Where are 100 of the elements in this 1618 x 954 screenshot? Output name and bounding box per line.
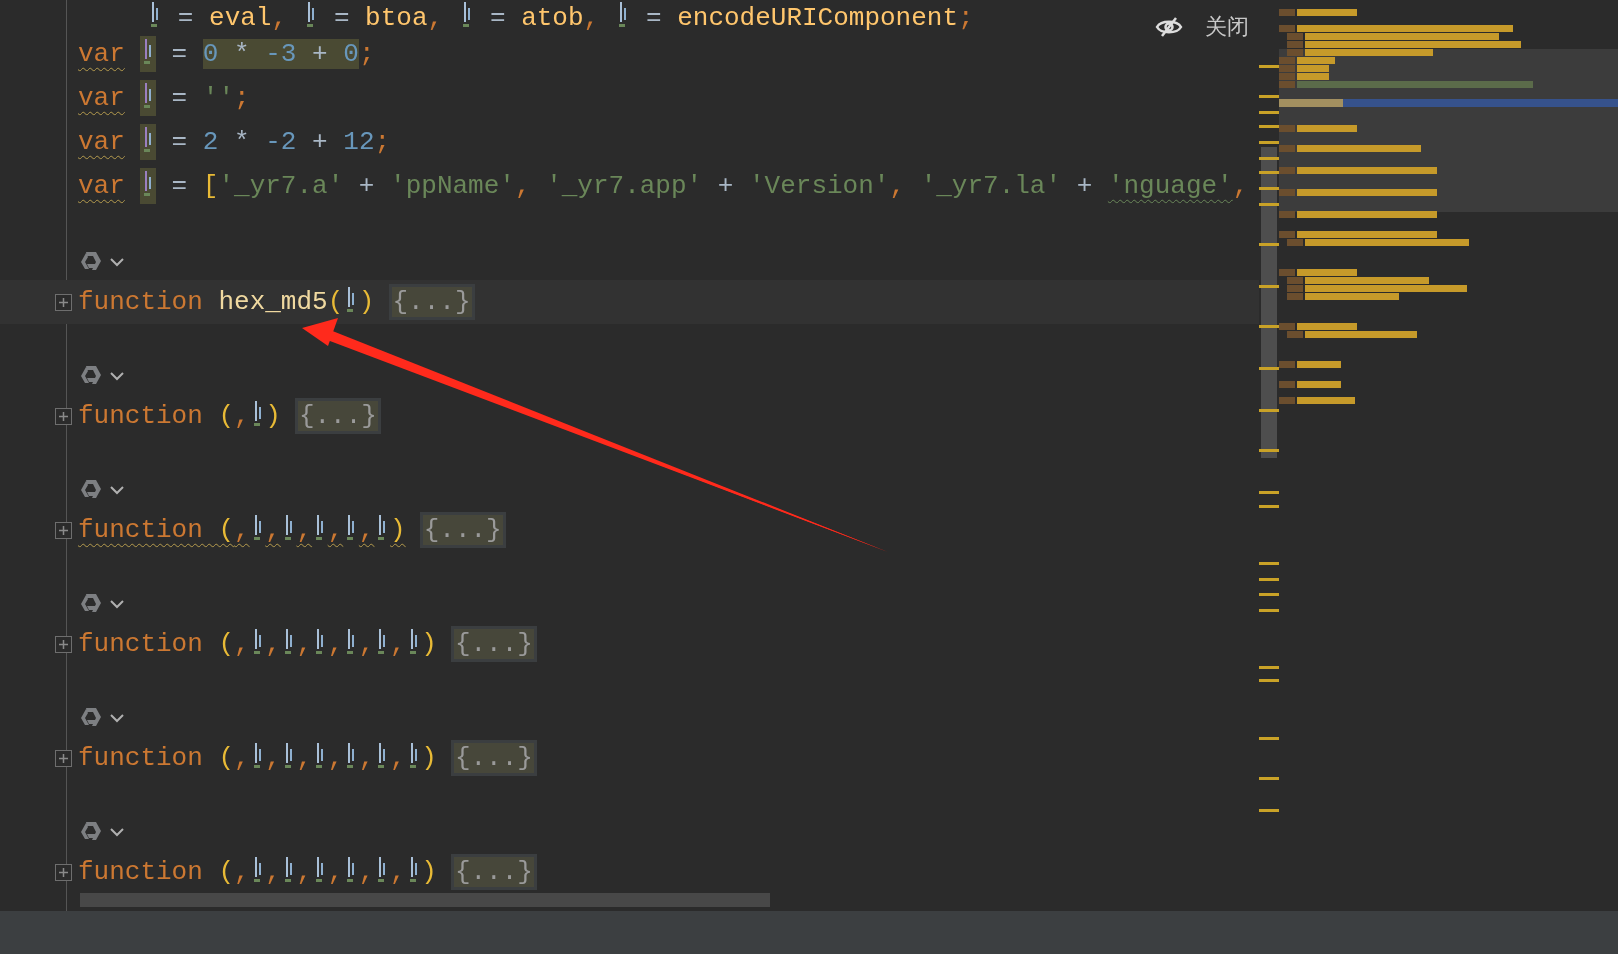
bracket-text: [	[202, 170, 219, 201]
chevron-down-icon[interactable]	[110, 485, 124, 495]
punctuation-text: ,	[327, 856, 344, 887]
operator-text: =	[488, 2, 507, 33]
string-text: '_yr7.la'	[920, 170, 1062, 201]
expand-icon[interactable]	[55, 749, 72, 767]
punctuation-text: ,	[234, 628, 250, 659]
punctuation-text: ,	[296, 514, 313, 545]
bracket-text: )	[421, 628, 437, 659]
chevron-down-icon[interactable]	[110, 371, 124, 381]
punctuation-text: ,	[358, 628, 375, 659]
punctuation-text: ,	[265, 628, 281, 659]
number-text: -2	[265, 126, 297, 157]
identifier-text: atob	[521, 2, 584, 33]
chevron-down-icon[interactable]	[110, 599, 124, 609]
punctuation-text: ,	[390, 628, 406, 659]
operator-text: +	[296, 38, 344, 69]
chevron-down-icon[interactable]	[110, 827, 124, 837]
punctuation-text: ,	[296, 628, 313, 659]
operator-text: =	[170, 38, 189, 69]
string-text: ''	[202, 82, 235, 113]
folded-code-placeholder[interactable]: {...}	[419, 511, 506, 548]
number-text: -3	[265, 38, 297, 69]
operator-text: =	[644, 2, 663, 33]
punctuation-text: ,	[234, 400, 250, 431]
keyword-text: function	[78, 286, 204, 317]
expand-icon[interactable]	[55, 407, 72, 425]
identifier-text: eval	[209, 2, 272, 33]
chevron-down-icon[interactable]	[110, 257, 124, 267]
operator-text: *	[233, 126, 251, 157]
expand-icon[interactable]	[55, 863, 72, 881]
folded-code-placeholder[interactable]: {...}	[294, 397, 381, 434]
operator-text: +	[311, 126, 329, 157]
folded-code-placeholder[interactable]: {...}	[450, 853, 537, 890]
punctuation-text: ,	[234, 742, 250, 773]
keyword-text: function	[78, 856, 204, 887]
punctuation-text: ,	[234, 514, 250, 545]
bracket-text: (	[218, 628, 235, 659]
bracket-text: )	[421, 742, 437, 773]
operator-text: =	[332, 2, 351, 33]
punctuation-text: ,	[265, 856, 281, 887]
bracket-text: (	[218, 400, 235, 431]
punctuation-text: ,	[327, 628, 344, 659]
punctuation-text: ,	[1232, 170, 1249, 201]
bracket-text: )	[358, 286, 375, 317]
operator-text: =	[170, 82, 189, 113]
punctuation-text: ,	[327, 742, 344, 773]
bracket-text: )	[421, 856, 437, 887]
eye-slash-icon[interactable]	[1155, 15, 1183, 38]
folded-code-placeholder[interactable]: {...}	[388, 283, 475, 320]
punctuation-text: ,	[296, 742, 313, 773]
operator-text: +	[1075, 170, 1094, 201]
identifier-text: encodeURIComponent	[677, 2, 959, 33]
keyword-text: var	[78, 170, 125, 201]
punctuation-text: ,	[514, 170, 532, 201]
string-text: 'ppName'	[390, 170, 515, 201]
expand-icon[interactable]	[55, 293, 72, 311]
punctuation-text: ,	[427, 2, 445, 33]
operator-text: =	[170, 170, 189, 201]
identifier-text: btoa	[365, 2, 428, 33]
scrollbar-thumb[interactable]	[80, 893, 770, 907]
punctuation-text: ,	[234, 856, 250, 887]
punctuation-text: ,	[358, 742, 375, 773]
number-text: 0	[202, 38, 219, 69]
punctuation-text: ,	[583, 2, 601, 33]
punctuation-text: ,	[271, 2, 289, 33]
punctuation-text: ;	[374, 126, 391, 157]
bracket-text: (	[327, 286, 344, 317]
punctuation-text: ,	[265, 514, 281, 545]
punctuation-text: ,	[358, 856, 375, 887]
expand-icon[interactable]	[55, 635, 72, 653]
punctuation-text: ;	[358, 38, 375, 69]
keyword-text: function	[78, 400, 204, 431]
punctuation-text: ,	[358, 514, 375, 545]
punctuation-text: ,	[327, 514, 344, 545]
folded-code-placeholder[interactable]: {...}	[450, 739, 537, 776]
operator-text: *	[218, 38, 266, 69]
folded-code-placeholder[interactable]: {...}	[450, 625, 537, 662]
chevron-down-icon[interactable]	[110, 713, 124, 723]
punctuation-text: ,	[265, 742, 281, 773]
keyword-text: function	[78, 514, 204, 545]
keyword-text: var	[78, 82, 125, 113]
string-text: '_yr7.a'	[218, 170, 344, 201]
keyword-text: function	[78, 742, 204, 773]
punctuation-text: ,	[390, 742, 406, 773]
bracket-text: (	[218, 742, 235, 773]
minimap-drawing[interactable]	[1279, 9, 1618, 404]
punctuation-text: ,	[296, 856, 313, 887]
close-link[interactable]: 关闭	[1205, 10, 1249, 43]
punctuation-text: ;	[234, 82, 250, 113]
string-text: 'nguage'	[1107, 170, 1233, 201]
bracket-text: )	[390, 514, 406, 545]
operator-text: +	[716, 170, 735, 201]
punctuation-text: ;	[958, 2, 974, 33]
string-text: '_yr7.app'	[546, 170, 703, 201]
keyword-text: var	[78, 126, 125, 157]
expand-icon[interactable]	[55, 521, 72, 539]
function-name-text: hex_md5	[218, 286, 328, 317]
number-text: 0	[343, 38, 359, 69]
string-text: 'Version'	[748, 170, 890, 201]
